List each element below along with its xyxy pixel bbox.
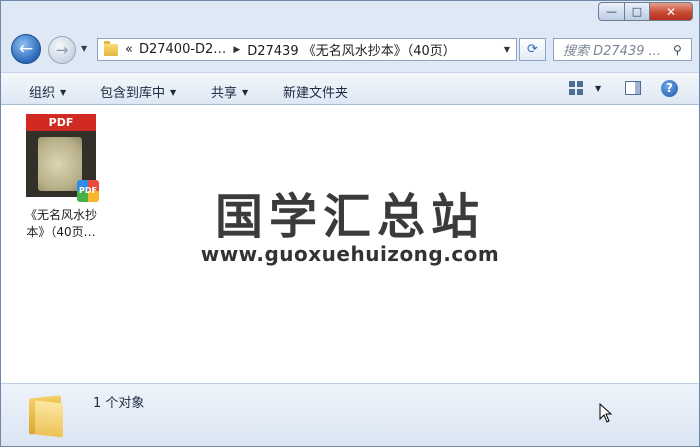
back-button[interactable]: ← xyxy=(11,34,41,64)
chevron-down-icon: ▼ xyxy=(242,88,249,97)
address-bar[interactable]: « D27400-D2… ▶ D27439 《无名风水抄本》（40页） ▼ xyxy=(97,38,517,61)
view-dropdown-icon[interactable]: ▼ xyxy=(595,84,601,93)
include-library-label: 包含到库中 xyxy=(100,86,166,101)
new-folder-button[interactable]: 新建文件夹 xyxy=(283,82,348,101)
breadcrumb-parent[interactable]: D27400-D2… xyxy=(136,42,229,57)
search-icon[interactable]: ⚲ xyxy=(673,43,691,57)
chevron-down-icon: ▼ xyxy=(60,88,67,97)
include-library-menu[interactable]: 包含到库中 ▼ xyxy=(100,82,176,101)
refresh-icon: ⟳ xyxy=(527,42,538,57)
arrow-right-icon: → xyxy=(55,41,69,59)
organize-label: 组织 xyxy=(29,86,56,101)
maximize-button[interactable]: □ xyxy=(624,2,649,21)
window-controls: — □ ✕ xyxy=(598,2,693,21)
address-dropdown-icon[interactable]: ▼ xyxy=(498,45,516,54)
arrow-left-icon: ← xyxy=(18,39,34,59)
explorer-window: — □ ✕ ← → ▼ « D27400-D2… ▶ D27439 《无名风水抄… xyxy=(0,0,700,447)
watermark-title: 国学汇总站 xyxy=(214,189,485,245)
refresh-button[interactable]: ⟳ xyxy=(519,38,546,61)
new-folder-label: 新建文件夹 xyxy=(283,86,349,101)
view-options-icon[interactable] xyxy=(569,81,583,95)
recent-pages-dropdown[interactable]: ▼ xyxy=(81,44,87,53)
preview-pane-icon[interactable] xyxy=(625,81,641,95)
help-icon[interactable]: ? xyxy=(661,80,678,97)
search-input[interactable]: 搜索 D27439 ... xyxy=(554,40,673,59)
folder-icon xyxy=(104,40,118,56)
breadcrumb-overflow[interactable]: « xyxy=(122,42,136,57)
share-menu[interactable]: 共享 ▼ xyxy=(211,82,248,101)
command-bar: 组织 ▼ 包含到库中 ▼ 共享 ▼ 新建文件夹 ▼ ? xyxy=(1,72,699,105)
minimize-button[interactable]: — xyxy=(598,2,624,21)
breadcrumb-separator-icon[interactable]: ▶ xyxy=(229,45,244,55)
watermark-url: www.guoxuehuizong.com xyxy=(200,242,500,266)
breadcrumb-current[interactable]: D27439 《无名风水抄本》（40页） xyxy=(244,40,459,59)
search-box[interactable]: 搜索 D27439 ... ⚲ xyxy=(553,38,692,61)
organize-menu[interactable]: 组织 ▼ xyxy=(29,82,66,101)
share-label: 共享 xyxy=(211,86,238,101)
forward-button[interactable]: → xyxy=(48,36,76,64)
navigation-bar: ← → ▼ « D27400-D2… ▶ D27439 《无名风水抄本》（40页… xyxy=(1,34,699,68)
mouse-cursor-icon xyxy=(599,403,613,423)
item-count: 1 个对象 xyxy=(93,396,145,411)
chevron-down-icon: ▼ xyxy=(170,88,177,97)
folder-icon xyxy=(25,394,65,438)
file-list-area[interactable]: PDF PDF 《无名风水抄 本》（40页… 国学汇总站 www.guoxueh… xyxy=(1,105,699,383)
details-pane: 1 个对象 xyxy=(1,383,699,446)
pdf-label: PDF xyxy=(26,114,96,131)
close-button[interactable]: ✕ xyxy=(649,2,693,21)
